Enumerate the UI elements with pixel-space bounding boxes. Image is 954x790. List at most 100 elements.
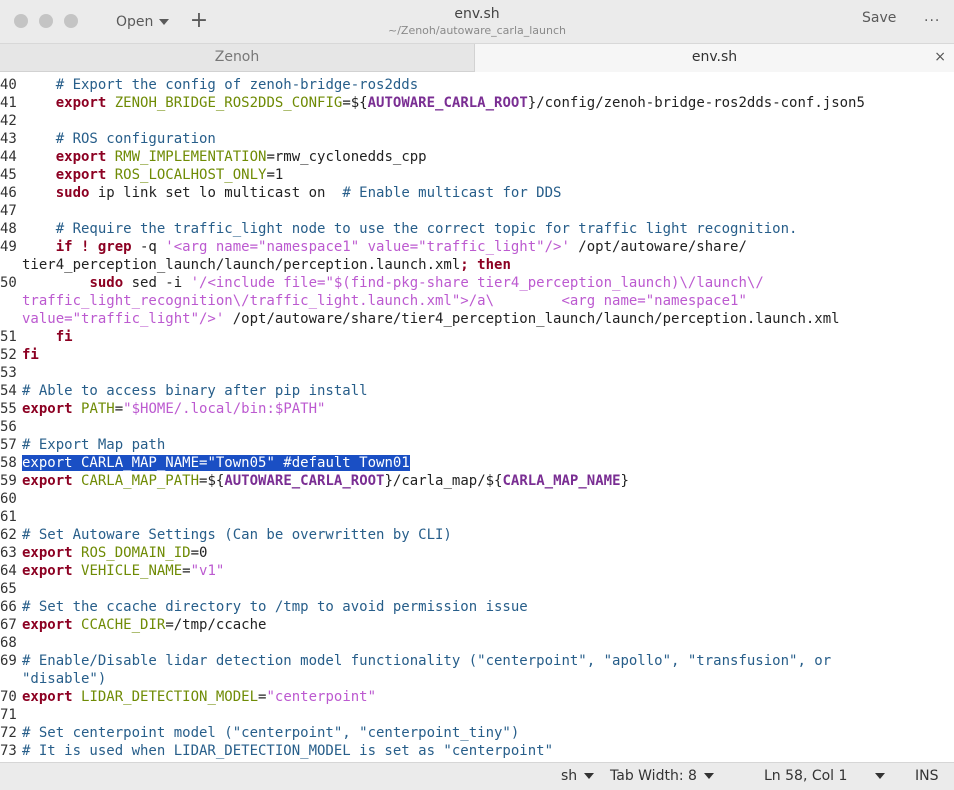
line-number: 56: [0, 419, 17, 435]
code-line[interactable]: export CARLA_MAP_PATH=${AUTOWARE_CARLA_R…: [22, 472, 629, 490]
window-subtitle: ~/Zenoh/autoware_carla_launch: [387, 24, 566, 37]
code-token: '<arg name="namespace1" value="traffic_l…: [165, 239, 570, 255]
code-token: }/config/zenoh-bridge-ros2dds-conf.json5: [527, 95, 865, 111]
line-number: 61: [0, 509, 17, 525]
code-line[interactable]: # ROS configuration: [22, 130, 216, 148]
tab-env-sh[interactable]: env.sh ×: [474, 44, 954, 72]
code-line[interactable]: export ROS_LOCALHOST_ONLY=1: [22, 166, 284, 184]
code-token: # Set the ccache directory to /tmp to av…: [22, 599, 528, 615]
code-line[interactable]: "disable"): [22, 670, 106, 688]
code-line[interactable]: export VEHICLE_NAME="v1": [22, 562, 224, 580]
code-token: '/<include file="$(find-pkg-share tier4_…: [190, 275, 764, 291]
line-number: 48: [0, 221, 17, 237]
line-number: 68: [0, 635, 17, 651]
line-number: 49: [0, 239, 17, 255]
line-number: 45: [0, 167, 17, 183]
cursor-position[interactable]: Ln 58, Col 1: [764, 768, 847, 784]
code-line[interactable]: # Require the traffic_light node to use …: [22, 220, 798, 238]
code-line[interactable]: # Set the ccache directory to /tmp to av…: [22, 598, 528, 616]
code-line[interactable]: # Export the config of zenoh-bridge-ros2…: [22, 76, 418, 94]
code-token: CCACHE_DIR: [81, 617, 166, 633]
code-line[interactable]: export PATH="$HOME/.local/bin:$PATH": [22, 400, 325, 418]
code-token: }/carla_map/${: [384, 473, 503, 489]
code-token: "disable"): [22, 671, 107, 687]
line-number: 52: [0, 347, 17, 363]
line-number: 53: [0, 365, 17, 381]
code-line[interactable]: export ROS_DOMAIN_ID=0: [22, 544, 207, 562]
line-number: 71: [0, 707, 17, 723]
code-token: RMW_IMPLEMENTATION: [114, 149, 267, 165]
code-line[interactable]: traffic_light_recognition\/traffic_light…: [22, 292, 747, 310]
code-token: =: [182, 563, 191, 579]
close-icon[interactable]: ×: [934, 44, 946, 71]
line-number: 67: [0, 617, 17, 633]
line-number: 43: [0, 131, 17, 147]
tab-width-selector[interactable]: Tab Width: 8: [610, 768, 714, 784]
code-line[interactable]: export LIDAR_DETECTION_MODEL="centerpoin…: [22, 688, 376, 706]
code-line[interactable]: export CCACHE_DIR=/tmp/ccache: [22, 616, 266, 634]
code-token: export: [22, 563, 73, 579]
code-line[interactable]: export ZENOH_BRIDGE_ROS2DDS_CONFIG=${AUT…: [22, 94, 865, 112]
line-number: 59: [0, 473, 17, 489]
code-token: VEHICLE_NAME: [81, 563, 183, 579]
line-number: 66: [0, 599, 17, 615]
insert-mode[interactable]: INS: [915, 768, 939, 784]
code-token: -q: [131, 239, 166, 255]
code-token: CARLA_MAP_PATH: [81, 473, 200, 489]
code-line[interactable]: # Able to access binary after pip instal…: [22, 382, 368, 400]
window-title: env.sh: [454, 6, 500, 22]
code-line[interactable]: tier4_perception_launch/launch/perceptio…: [22, 256, 511, 274]
selection-highlight: export CARLA_MAP_NAME="Town05" #default …: [22, 455, 410, 471]
tab-zenoh[interactable]: Zenoh: [0, 44, 474, 72]
line-number: 41: [0, 95, 17, 111]
code-token: =${: [342, 95, 368, 111]
code-line[interactable]: # Set Autoware Settings (Can be overwrit…: [22, 526, 452, 544]
code-line[interactable]: if ! grep -q '<arg name="namespace1" val…: [22, 238, 747, 256]
language-selector[interactable]: sh: [561, 768, 594, 784]
line-number: 46: [0, 185, 17, 201]
code-line[interactable]: export RMW_IMPLEMENTATION=rmw_cyclonedds…: [22, 148, 427, 166]
code-line[interactable]: sudo ip link set lo multicast on # Enabl…: [22, 184, 562, 202]
code-token: =: [114, 401, 124, 417]
code-line[interactable]: # Set centerpoint model ("centerpoint", …: [22, 724, 519, 742]
code-token: # Export Map path: [22, 437, 166, 453]
code-token: =0: [190, 545, 208, 561]
code-token: =/tmp/ccache: [165, 617, 267, 633]
position-menu-chevron-icon[interactable]: [868, 768, 885, 784]
code-editor[interactable]: 40 # Export the config of zenoh-bridge-r…: [0, 74, 954, 762]
code-line[interactable]: # It is used when LIDAR_DETECTION_MODEL …: [22, 742, 553, 760]
code-token: LIDAR_DETECTION_MODEL: [81, 689, 259, 705]
code-token: # Require the traffic_light node to use …: [55, 221, 798, 237]
line-number: 54: [0, 383, 17, 399]
code-line-selected[interactable]: export CARLA_MAP_NAME="Town05" #default …: [22, 454, 410, 472]
code-line[interactable]: sudo sed -i '/<include file="$(find-pkg-…: [22, 274, 764, 292]
code-token: # Enable/Disable lidar detection model f…: [22, 653, 832, 669]
code-line[interactable]: fi: [22, 328, 73, 346]
code-token: ip link set lo multicast on: [89, 185, 343, 201]
code-line[interactable]: # Export Map path: [22, 436, 165, 454]
save-button[interactable]: Save: [862, 10, 896, 26]
code-line[interactable]: fi: [22, 346, 39, 364]
code-token: export: [55, 149, 107, 165]
code-line[interactable]: # Enable/Disable lidar detection model f…: [22, 652, 831, 670]
code-token: sudo: [55, 185, 90, 201]
line-number: 69: [0, 653, 17, 669]
code-token: /opt/autoware/share/tier4_perception_lau…: [224, 311, 840, 327]
code-token: # Able to access binary after pip instal…: [22, 383, 368, 399]
code-token: # It is used when LIDAR_DETECTION_MODEL …: [22, 743, 554, 759]
line-number: 58: [0, 455, 17, 471]
ellipsis-icon[interactable]: ···: [924, 13, 940, 29]
line-number: 72: [0, 725, 17, 741]
code-line[interactable]: value="traffic_light"/>' /opt/autoware/s…: [22, 310, 840, 328]
code-token: if ! grep: [55, 239, 132, 255]
